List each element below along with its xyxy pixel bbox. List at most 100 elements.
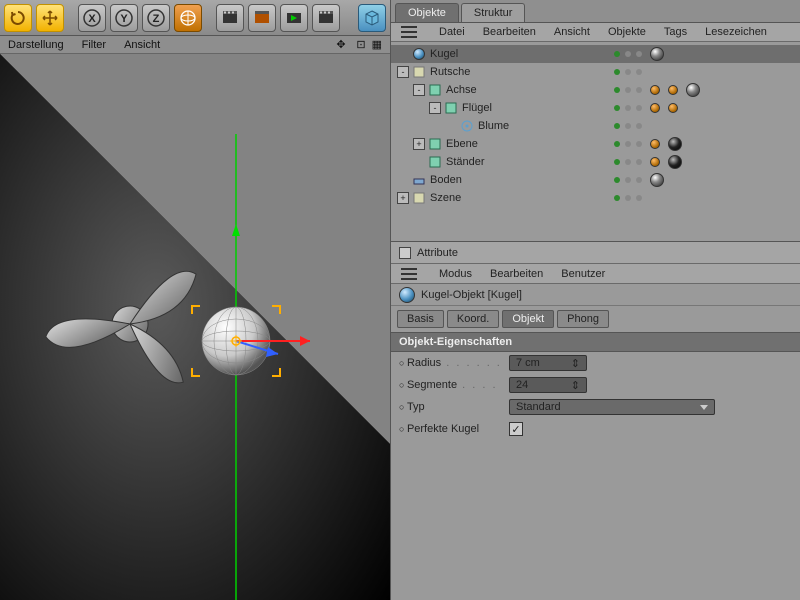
prop-radius-label: Radius: [407, 357, 441, 369]
objmenu-view[interactable]: Ansicht: [554, 26, 590, 38]
tree-expander[interactable]: -: [413, 84, 425, 96]
object-manager-tree[interactable]: Kugel-Rutsche-Achse-FlügelBlume+EbeneStä…: [391, 42, 800, 242]
view-menu-filter[interactable]: Filter: [82, 39, 106, 51]
viewport-menubar: Darstellung Filter Ansicht ✥ ⊡ ▦: [0, 36, 390, 54]
attr-section-header: Objekt-Eigenschaften: [391, 332, 800, 352]
prop-type-label: Typ: [407, 401, 425, 413]
tree-label[interactable]: Ebene: [446, 138, 478, 150]
objmenu-edit[interactable]: Bearbeiten: [483, 26, 536, 38]
tag-column[interactable]: [650, 135, 800, 153]
attribute-tabs: Basis Koord. Objekt Phong: [391, 306, 800, 332]
tree-label[interactable]: Szene: [430, 192, 461, 204]
attrtab-coord[interactable]: Koord.: [447, 310, 499, 328]
sphere-icon: [412, 47, 426, 61]
attrtab-object[interactable]: Objekt: [502, 310, 554, 328]
tab-structure[interactable]: Struktur: [461, 3, 526, 22]
prop-segments-field[interactable]: 24⇕: [509, 377, 587, 393]
objmenu-tags[interactable]: Tags: [664, 26, 687, 38]
tag-column[interactable]: [650, 63, 800, 81]
prop-radius-row: Radius . . . . . . 7 cm⇕: [391, 352, 800, 374]
hamburger-icon[interactable]: [401, 26, 417, 38]
tree-expander[interactable]: +: [413, 138, 425, 150]
undo-button[interactable]: [4, 4, 32, 32]
objmenu-objects[interactable]: Objekte: [608, 26, 646, 38]
frame-icon[interactable]: ⊡: [356, 38, 365, 52]
animation-button-3[interactable]: [280, 4, 308, 32]
attrmenu-edit[interactable]: Bearbeiten: [490, 268, 543, 280]
tag-column[interactable]: [650, 117, 800, 135]
tree-row-ebene[interactable]: + Ebene: [391, 135, 800, 153]
objmenu-bookmarks[interactable]: Lesezeichen: [705, 26, 767, 38]
null-icon: [428, 155, 442, 169]
svg-text:Z: Z: [153, 13, 160, 25]
tree-label[interactable]: Flügel: [462, 102, 492, 114]
tree-row-kugel[interactable]: Kugel: [391, 45, 800, 63]
null-grp-icon: [412, 191, 426, 205]
tree-row-achse[interactable]: - Achse: [391, 81, 800, 99]
prop-type-row: Typ Standard: [391, 396, 800, 418]
tag-column[interactable]: [650, 153, 800, 171]
move-button[interactable]: [36, 4, 64, 32]
maximize-icon[interactable]: ▦: [372, 38, 382, 52]
attrmenu-mode[interactable]: Modus: [439, 268, 472, 280]
hamburger-icon[interactable]: [401, 268, 417, 280]
axis-y-button[interactable]: Y: [110, 4, 138, 32]
tree-row-ständer[interactable]: Ständer: [391, 153, 800, 171]
tree-label[interactable]: Achse: [446, 84, 477, 96]
tree-label[interactable]: Boden: [430, 174, 462, 186]
3d-viewport[interactable]: [0, 54, 390, 600]
null-icon: [428, 137, 442, 151]
tree-expander[interactable]: +: [397, 192, 409, 204]
animation-button-2[interactable]: [248, 4, 276, 32]
objects-panel-tabs: Objekte Struktur: [391, 0, 800, 22]
sphere-icon: [399, 287, 415, 303]
animation-button-1[interactable]: [216, 4, 244, 32]
tree-row-flügel[interactable]: - Flügel: [391, 99, 800, 117]
tab-objects[interactable]: Objekte: [395, 3, 459, 22]
tree-label[interactable]: Blume: [478, 120, 509, 132]
tag-column[interactable]: [650, 189, 800, 207]
attrmenu-user[interactable]: Benutzer: [561, 268, 605, 280]
svg-text:Y: Y: [120, 13, 128, 25]
tree-label[interactable]: Rutsche: [430, 66, 470, 78]
attribute-object-title: Kugel-Objekt [Kugel]: [421, 289, 522, 301]
primitive-cube-button[interactable]: [358, 4, 386, 32]
tag-column[interactable]: [650, 171, 800, 189]
tree-row-szene[interactable]: + Szene: [391, 189, 800, 207]
prop-type-select[interactable]: Standard: [509, 399, 715, 415]
tree-row-rutsche[interactable]: - Rutsche: [391, 63, 800, 81]
objmenu-file[interactable]: Datei: [439, 26, 465, 38]
tag-column[interactable]: [650, 99, 800, 117]
prop-radius-field[interactable]: 7 cm⇕: [509, 355, 587, 371]
axis-z-button[interactable]: Z: [142, 4, 170, 32]
null-grp-icon: [412, 65, 426, 79]
tree-row-boden[interactable]: Boden: [391, 171, 800, 189]
move-axis-icon[interactable]: ✥: [336, 38, 350, 52]
tag-column[interactable]: [650, 81, 800, 99]
prop-perfect-checkbox[interactable]: ✓: [509, 422, 523, 436]
tree-row-blume[interactable]: Blume: [391, 117, 800, 135]
viewport-scene: [0, 54, 390, 600]
attrtab-basis[interactable]: Basis: [397, 310, 444, 328]
attribute-menubar: Modus Bearbeiten Benutzer: [391, 264, 800, 284]
render-button[interactable]: [312, 4, 340, 32]
attrtab-phong[interactable]: Phong: [557, 310, 609, 328]
objects-panel-menubar: Datei Bearbeiten Ansicht Objekte Tags Le…: [391, 22, 800, 42]
tree-label[interactable]: Kugel: [430, 48, 458, 60]
floor-icon: [412, 173, 426, 187]
attr-lock-checkbox[interactable]: [399, 247, 411, 259]
null-icon: [444, 101, 458, 115]
tree-expander[interactable]: -: [397, 66, 409, 78]
main-toolbar: X Y Z: [0, 0, 390, 36]
axis-x-button[interactable]: X: [78, 4, 106, 32]
tag-column[interactable]: [650, 45, 800, 63]
view-menu-view[interactable]: Ansicht: [124, 39, 160, 51]
attribute-panel-title: Attribute: [417, 247, 458, 259]
prop-segments-label: Segmente: [407, 379, 457, 391]
coord-system-button[interactable]: [174, 4, 202, 32]
tree-label[interactable]: Ständer: [446, 156, 485, 168]
attribute-object-title-row: Kugel-Objekt [Kugel]: [391, 284, 800, 306]
tree-expander[interactable]: -: [429, 102, 441, 114]
view-menu-display[interactable]: Darstellung: [8, 39, 64, 51]
prop-perfect-row: Perfekte Kugel ✓: [391, 418, 800, 440]
